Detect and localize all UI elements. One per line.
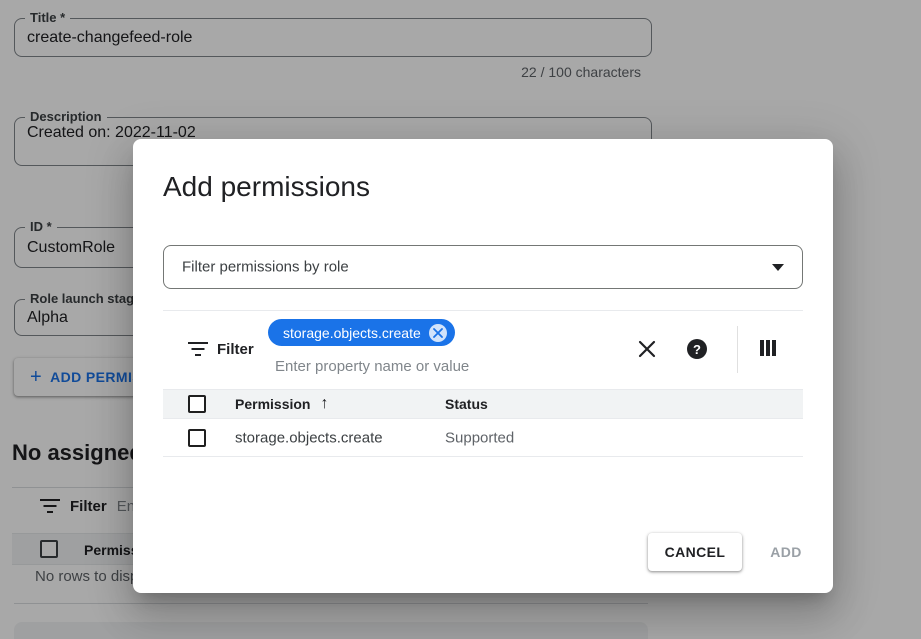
permission-column-header: Permission [235,396,310,412]
status-cell: Supported [445,430,514,447]
divider [163,310,803,311]
dialog-title: Add permissions [163,171,370,203]
filter-permissions-by-role-dropdown[interactable]: Filter permissions by role [163,245,803,289]
add-permissions-dialog: Add permissions Filter permissions by ro… [133,139,833,593]
create-role-screen: Title * create-changefeed-role 22 / 100 … [0,0,921,639]
sort-ascending-icon[interactable]: ↑ [320,396,328,412]
add-button[interactable]: ADD [753,533,819,571]
help-icon[interactable]: ? [685,337,709,361]
divider [737,326,738,373]
status-column-header: Status [445,396,488,412]
select-all-checkbox[interactable] [188,395,206,413]
permission-cell: storage.objects.create [235,430,383,447]
row-checkbox[interactable] [188,429,206,447]
filter-input-placeholder[interactable]: Enter property name or value [275,358,469,375]
table-row[interactable]: storage.objects.create Supported [163,420,803,457]
filter-chip-label: storage.objects.create [283,325,421,341]
filter-list-icon [188,342,208,357]
filter-bar-label: Filter [217,341,254,358]
remove-chip-icon[interactable] [429,324,447,342]
permissions-table-header: Permission ↑ Status [163,389,803,419]
arrow-drop-down-icon [772,264,784,271]
filter-chip[interactable]: storage.objects.create [268,319,455,346]
clear-filters-icon[interactable] [635,337,659,361]
column-display-options-icon[interactable] [756,336,780,360]
cancel-button[interactable]: CANCEL [648,533,742,571]
role-dropdown-placeholder: Filter permissions by role [182,259,349,276]
